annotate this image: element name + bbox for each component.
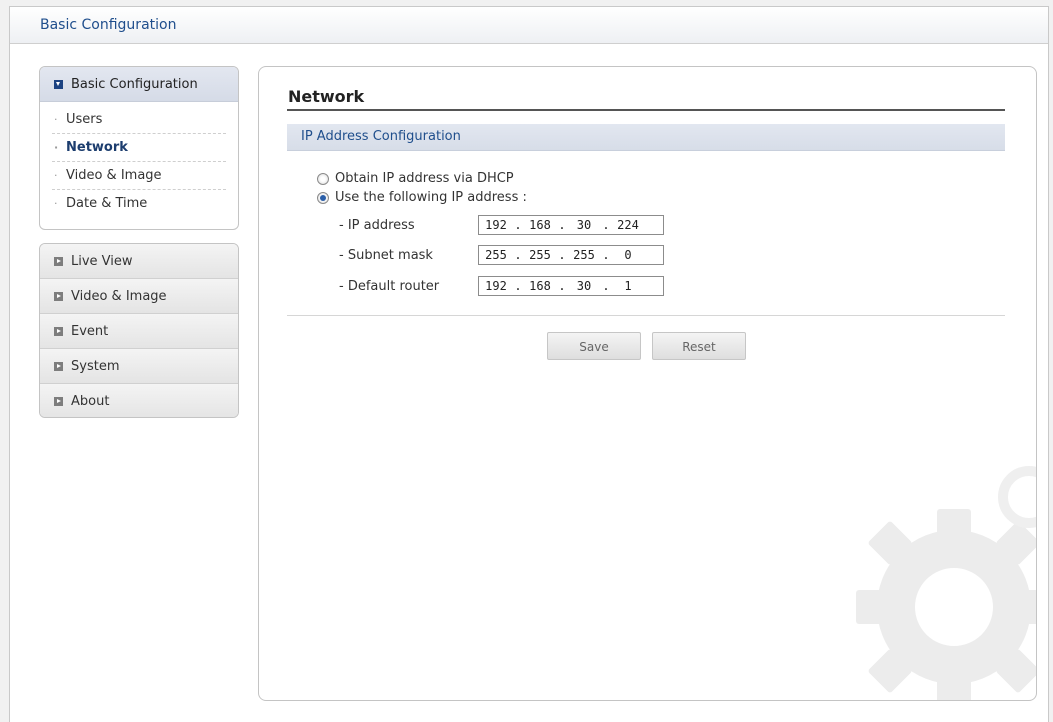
subnet-octet-3[interactable]: 255 bbox=[567, 248, 601, 262]
octet-separator: . bbox=[514, 218, 522, 232]
octet-separator: . bbox=[514, 279, 522, 293]
router-octet-1[interactable]: 192 bbox=[479, 279, 513, 293]
sidebar-item-label: Video & Image bbox=[66, 168, 162, 183]
bullet-icon: · bbox=[54, 197, 58, 210]
nav-item-label: Live View bbox=[71, 253, 133, 269]
sidebar-nav-group: Live View Video & Image Event System Abo… bbox=[39, 243, 239, 418]
static-ip-radio[interactable] bbox=[317, 191, 329, 204]
default-router-label: - Default router bbox=[339, 279, 440, 294]
app-window: Basic Configuration Basic Configuration … bbox=[9, 6, 1049, 722]
router-octet-4[interactable]: 1 bbox=[611, 279, 645, 293]
nav-item-video-image[interactable]: Video & Image bbox=[40, 279, 238, 314]
ip-octet-2[interactable]: 168 bbox=[523, 218, 557, 232]
form-divider bbox=[287, 315, 1005, 316]
expand-arrow-icon bbox=[54, 256, 63, 266]
nav-item-label: System bbox=[71, 358, 120, 374]
default-router-field[interactable]: 192. 168. 30. 1 bbox=[478, 276, 664, 296]
ip-address-label: - IP address bbox=[339, 218, 415, 233]
ip-octet-3[interactable]: 30 bbox=[567, 218, 601, 232]
checked-box-icon bbox=[54, 79, 63, 89]
bullet-icon: · bbox=[54, 141, 59, 154]
subnet-mask-label: - Subnet mask bbox=[339, 248, 433, 263]
router-octet-2[interactable]: 168 bbox=[523, 279, 557, 293]
nav-item-system[interactable]: System bbox=[40, 349, 238, 384]
expand-arrow-icon bbox=[54, 326, 63, 336]
expand-arrow-icon bbox=[54, 361, 63, 371]
save-button[interactable]: Save bbox=[547, 332, 641, 360]
octet-separator: . bbox=[602, 279, 610, 293]
ip-octet-1[interactable]: 192 bbox=[479, 218, 513, 232]
sidebar-item-video-image[interactable]: · Video & Image bbox=[52, 162, 226, 190]
section-header: IP Address Configuration bbox=[287, 124, 1005, 151]
octet-separator: . bbox=[558, 248, 566, 262]
sidebar-sub-list: · Users · Network · Video & Image · Date… bbox=[40, 102, 238, 217]
nav-item-live-view[interactable]: Live View bbox=[40, 244, 238, 279]
sidebar-item-network[interactable]: · Network bbox=[52, 134, 226, 162]
title-divider bbox=[287, 109, 1005, 111]
main-panel: Network IP Address Configuration Obtain … bbox=[258, 66, 1037, 701]
nav-item-about[interactable]: About bbox=[40, 384, 238, 417]
subnet-octet-1[interactable]: 255 bbox=[479, 248, 513, 262]
subnet-octet-2[interactable]: 255 bbox=[523, 248, 557, 262]
octet-separator: . bbox=[558, 279, 566, 293]
nav-item-label: Event bbox=[71, 323, 109, 339]
sidebar-item-label: Date & Time bbox=[66, 196, 148, 211]
octet-separator: . bbox=[558, 218, 566, 232]
window-title: Basic Configuration bbox=[40, 17, 177, 33]
subnet-mask-field[interactable]: 255. 255. 255. 0 bbox=[478, 245, 664, 265]
sidebar-item-users[interactable]: · Users bbox=[52, 106, 226, 134]
sidebar-section-basic-configuration[interactable]: Basic Configuration bbox=[40, 67, 238, 102]
title-bar: Basic Configuration bbox=[10, 7, 1048, 44]
octet-separator: . bbox=[514, 248, 522, 262]
nav-item-label: Video & Image bbox=[71, 288, 167, 304]
reset-button[interactable]: Reset bbox=[652, 332, 746, 360]
octet-separator: . bbox=[602, 218, 610, 232]
dhcp-option[interactable]: Obtain IP address via DHCP bbox=[317, 171, 514, 186]
bullet-icon: · bbox=[54, 169, 58, 182]
sidebar-config-group: Basic Configuration · Users · Network · … bbox=[39, 66, 239, 230]
ip-address-field[interactable]: 192. 168. 30. 224 bbox=[478, 215, 664, 235]
subnet-octet-4[interactable]: 0 bbox=[611, 248, 645, 262]
router-octet-3[interactable]: 30 bbox=[567, 279, 601, 293]
dhcp-radio[interactable] bbox=[317, 172, 329, 185]
bullet-icon: · bbox=[54, 113, 58, 126]
static-ip-option[interactable]: Use the following IP address : bbox=[317, 190, 527, 205]
section-title: IP Address Configuration bbox=[301, 129, 461, 144]
dhcp-label: Obtain IP address via DHCP bbox=[335, 171, 514, 186]
page-title: Network bbox=[288, 87, 365, 106]
sidebar-section-label: Basic Configuration bbox=[71, 76, 198, 92]
octet-separator: . bbox=[602, 248, 610, 262]
nav-item-event[interactable]: Event bbox=[40, 314, 238, 349]
expand-arrow-icon bbox=[54, 291, 63, 301]
sidebar-item-label: Users bbox=[66, 112, 103, 127]
ip-octet-4[interactable]: 224 bbox=[611, 218, 645, 232]
sidebar-item-label: Network bbox=[66, 140, 128, 155]
sidebar-item-date-time[interactable]: · Date & Time bbox=[52, 190, 226, 217]
expand-arrow-icon bbox=[54, 397, 63, 406]
nav-item-label: About bbox=[71, 394, 110, 409]
static-ip-label: Use the following IP address : bbox=[335, 190, 527, 205]
gear-icon bbox=[856, 466, 1036, 700]
